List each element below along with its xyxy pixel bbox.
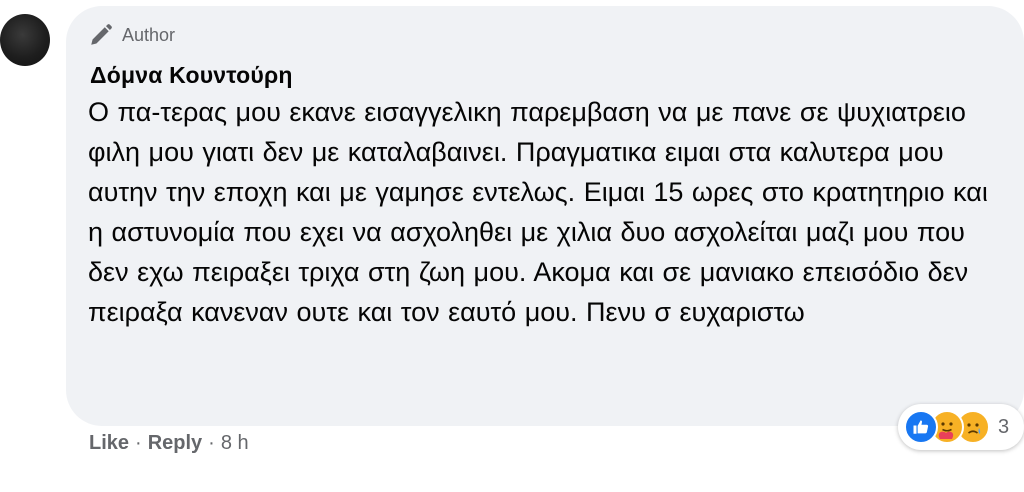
timestamp[interactable]: 8 h — [221, 432, 249, 455]
separator: · — [208, 432, 215, 454]
reactions-summary[interactable]: 3 — [898, 404, 1024, 450]
author-badge: Author — [88, 22, 175, 48]
reaction-count: 3 — [998, 415, 1010, 438]
comment-text: Ο πα-τερας μου εκανε εισαγγελικη παρεμβα… — [88, 97, 988, 327]
pencil-icon — [88, 22, 114, 48]
separator: · — [135, 432, 142, 454]
like-button[interactable]: Like — [89, 432, 129, 455]
reply-button[interactable]: Reply — [148, 432, 202, 455]
like-icon — [904, 410, 938, 444]
comment-actions: Like · Reply · 8 h — [89, 432, 249, 455]
avatar[interactable] — [0, 14, 50, 66]
author-name[interactable]: Δόμνα Κουντούρη — [90, 62, 293, 89]
comment-thread: Author Δόμνα Κουντούρη Ο πα-τερας μου εκ… — [0, 0, 1024, 492]
author-badge-label: Author — [122, 24, 176, 45]
